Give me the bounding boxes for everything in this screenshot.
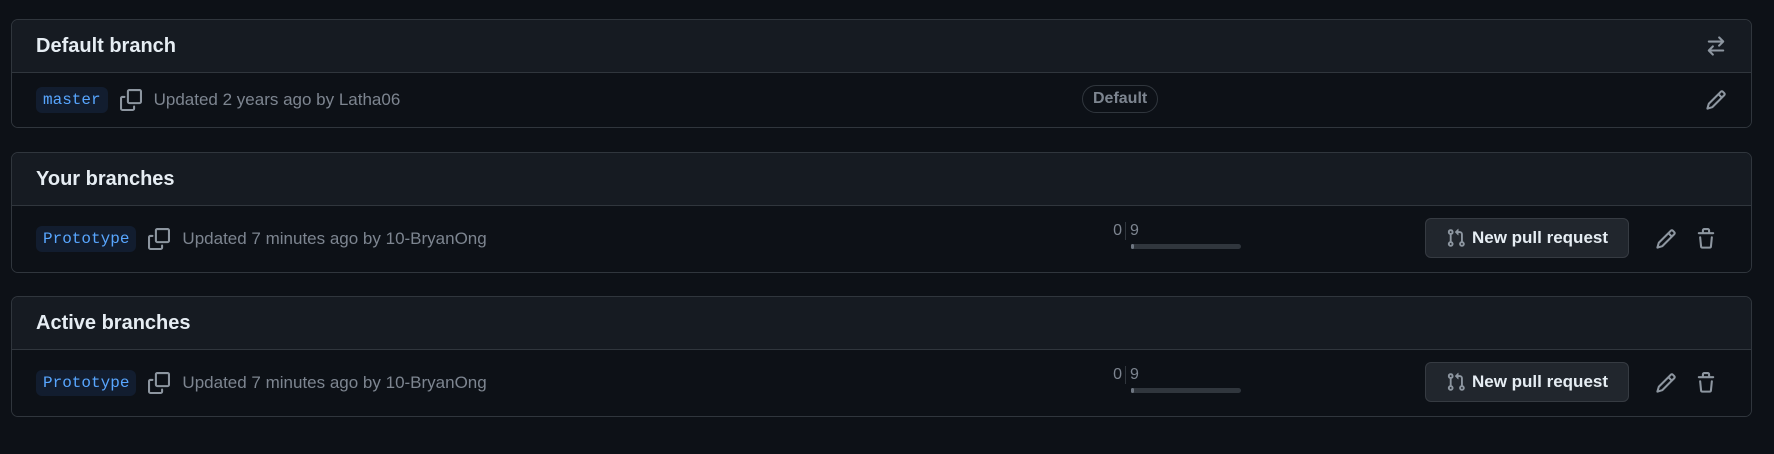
git-pull-request-icon	[1447, 372, 1465, 391]
copy-branch-button[interactable]	[146, 370, 172, 396]
default-badge: Default	[1082, 85, 1159, 113]
ahead-bar-track	[1131, 244, 1241, 249]
your-branches-box: Your branches Prototype Updated 7 minute…	[11, 152, 1752, 273]
pencil-icon	[1656, 373, 1676, 393]
ahead-bar-fill	[1131, 244, 1134, 249]
rename-branch-button[interactable]	[1651, 224, 1681, 254]
default-branch-header: Default branch	[12, 20, 1751, 73]
rename-branch-button[interactable]	[1701, 85, 1731, 115]
your-branches-title: Your branches	[36, 167, 175, 190]
delete-branch-button[interactable]	[1691, 224, 1721, 254]
branch-name-link[interactable]: Prototype	[36, 226, 137, 252]
copy-branch-button[interactable]	[118, 87, 144, 113]
updated-text: Updated 7 minutes ago by 10-BryanOng	[182, 229, 487, 248]
your-branches-header: Your branches	[12, 153, 1751, 206]
trash-icon	[1697, 228, 1715, 249]
copy-branch-button[interactable]	[146, 226, 172, 252]
switch-icon	[1707, 36, 1725, 56]
rename-branch-button[interactable]	[1651, 368, 1681, 398]
behind-count: 0	[1113, 366, 1122, 383]
default-branch-title: Default branch	[36, 34, 177, 57]
new-pull-request-label: New pull request	[1471, 372, 1609, 391]
new-pull-request-label: New pull request	[1471, 228, 1609, 247]
branch-row: Prototype Updated 7 minutes ago by 10-Br…	[12, 206, 1751, 272]
active-branches-header: Active branches	[12, 297, 1751, 350]
pencil-icon	[1656, 229, 1676, 249]
active-branches-box: Active branches Prototype Updated 7 minu…	[11, 296, 1752, 417]
copy-icon	[148, 372, 171, 394]
branch-name-link[interactable]: master	[36, 87, 108, 113]
default-branch-row: master Updated 2 years ago by Latha06 De…	[12, 73, 1751, 127]
branch-name-link[interactable]: Prototype	[36, 370, 137, 396]
new-pull-request-button[interactable]: New pull request	[1425, 362, 1629, 402]
git-pull-request-icon	[1447, 228, 1465, 247]
ahead-count: 9	[1130, 366, 1139, 383]
pencil-icon	[1706, 90, 1726, 110]
branch-row: Prototype Updated 7 minutes ago by 10-Br…	[12, 350, 1751, 416]
copy-icon	[148, 228, 171, 250]
ahead-behind-indicator: 0 9	[1107, 222, 1241, 258]
active-branches-title: Active branches	[36, 311, 191, 334]
ahead-bar-track	[1131, 388, 1241, 393]
updated-text: Updated 7 minutes ago by 10-BryanOng	[182, 373, 487, 392]
ahead-bar-fill	[1131, 388, 1134, 393]
trash-icon	[1697, 372, 1715, 393]
ahead-count: 9	[1130, 222, 1139, 239]
ahead-behind-indicator: 0 9	[1107, 366, 1241, 402]
behind-count: 0	[1113, 222, 1122, 239]
delete-branch-button[interactable]	[1691, 368, 1721, 398]
new-pull-request-button[interactable]: New pull request	[1425, 218, 1629, 258]
default-branch-box: Default branch master Updated 2 years ag…	[11, 19, 1752, 128]
switch-default-branch-button[interactable]	[1701, 31, 1731, 61]
updated-text: Updated 2 years ago by Latha06	[153, 90, 401, 109]
copy-icon	[119, 89, 142, 111]
